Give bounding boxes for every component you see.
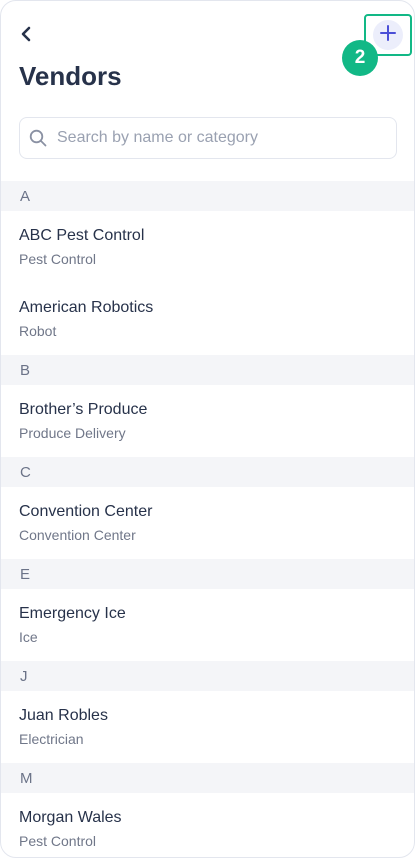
section-header: M [1, 763, 414, 793]
vendor-category: Convention Center [19, 527, 136, 543]
vendor-category: Robot [19, 323, 57, 339]
vendor-name: Convention Center [19, 503, 153, 520]
section-header: A [1, 181, 414, 211]
section-header: C [1, 457, 414, 487]
vendor-name: Juan Robles [19, 707, 108, 724]
search-input[interactable] [55, 128, 379, 148]
vendor-category: Electrician [19, 731, 84, 747]
vendor-list-item[interactable]: Morgan Wales Pest Control [1, 793, 414, 857]
vendor-name: Brother’s Produce [19, 401, 148, 418]
vendor-list-item[interactable]: Convention Center Convention Center [1, 487, 414, 559]
search-icon [29, 129, 47, 147]
back-button[interactable] [13, 23, 39, 49]
vendor-name: ABC Pest Control [19, 227, 145, 244]
vendor-name: Morgan Wales [19, 809, 122, 826]
vendor-list-item[interactable]: American Robotics Robot [1, 283, 414, 355]
section-header: E [1, 559, 414, 589]
step-badge: 2 [342, 40, 378, 76]
vendor-category: Produce Delivery [19, 425, 126, 441]
header: 2 Vendors [1, 1, 414, 181]
vendor-category: Ice [19, 629, 38, 645]
vendor-category: Pest Control [19, 251, 97, 267]
section-header: J [1, 661, 414, 691]
vendors-screen: 2 Vendors AABC Pest ControlPest ControlA… [0, 0, 415, 858]
vendor-list: A ABC Pest Control Pest Control American Ro… [1, 181, 414, 857]
vendor-list-item[interactable]: Emergency Ice Ice [1, 589, 414, 661]
search-bar [19, 117, 397, 159]
vendor-category: Pest Control [19, 833, 97, 849]
add-vendor-button[interactable] [373, 20, 403, 50]
vendor-list-item[interactable]: ABC Pest Control Pest Control [1, 211, 414, 283]
vendor-list-item[interactable]: Brother’s Produce Produce Delivery [1, 385, 414, 457]
vendor-list-item[interactable]: Juan Robles Electrician [1, 691, 414, 763]
page-title: Vendors [19, 61, 122, 91]
section-header: B [1, 355, 414, 385]
plus-icon [379, 24, 397, 47]
vendor-name: American Robotics [19, 299, 154, 316]
vendor-name: Emergency Ice [19, 605, 126, 622]
chevron-left-icon [19, 26, 33, 47]
